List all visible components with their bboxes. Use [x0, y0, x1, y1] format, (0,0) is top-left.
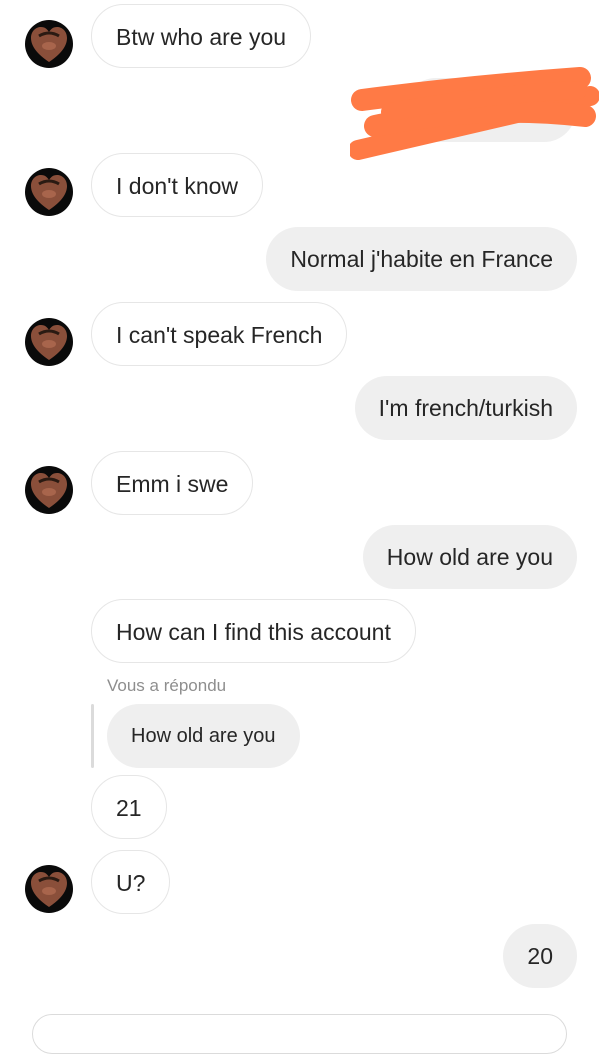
quoted-message[interactable]: How old are you: [107, 704, 300, 768]
redaction-scribble: [350, 67, 599, 160]
message-bubble-incoming[interactable]: 21: [91, 775, 167, 839]
contact-avatar[interactable]: [25, 168, 73, 216]
message-bubble-outgoing[interactable]: Normal j'habite en France: [266, 227, 577, 291]
reply-context-label: Vous a répondu: [107, 676, 227, 695]
message-bubble-incoming[interactable]: U?: [91, 850, 171, 914]
message-bubble-incoming[interactable]: I can't speak French: [91, 302, 348, 366]
reply-indicator-bar: [91, 704, 94, 768]
message-bubble-incoming[interactable]: How can I find this account: [91, 599, 416, 663]
contact-avatar[interactable]: [25, 318, 73, 366]
contact-avatar[interactable]: [25, 20, 73, 68]
contact-avatar[interactable]: [25, 466, 73, 514]
message-composer-input[interactable]: [32, 1014, 567, 1054]
message-bubble-incoming[interactable]: Btw who are you: [91, 4, 312, 68]
contact-avatar[interactable]: [25, 865, 73, 913]
message-bubble-outgoing[interactable]: How old are you: [362, 525, 577, 589]
message-bubble-outgoing[interactable]: I'm french/turkish: [354, 376, 577, 440]
message-bubble-outgoing[interactable]: 20: [503, 924, 577, 988]
message-bubble-incoming[interactable]: Emm i swe: [91, 451, 254, 515]
message-bubble-incoming[interactable]: I don't know: [91, 153, 264, 217]
